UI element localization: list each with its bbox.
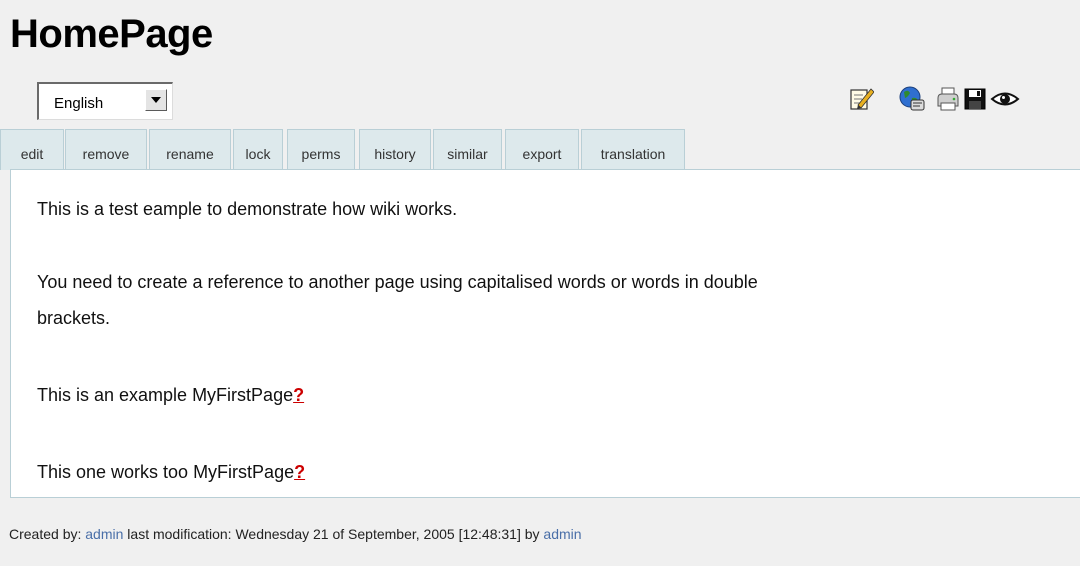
create-page-link[interactable]: ? [294, 462, 305, 482]
tab-remove[interactable]: remove [65, 129, 147, 170]
content-paragraph: You need to create a reference to anothe… [37, 272, 758, 292]
tab-translation[interactable]: translation [581, 129, 685, 170]
tab-history[interactable]: history [359, 129, 431, 170]
tab-edit[interactable]: edit [0, 129, 64, 170]
edit-icon[interactable] [848, 80, 874, 116]
page-content: This is a test eample to demonstrate how… [10, 169, 1080, 498]
last-modification-label: last modification: Wednesday 21 of Septe… [127, 526, 540, 542]
wiki-word-text: This is an example MyFirstPage [37, 385, 294, 405]
tab-rename[interactable]: rename [149, 129, 231, 170]
content-paragraph: This one works too MyFirstPage? [37, 454, 305, 490]
tab-lock[interactable]: lock [233, 129, 283, 170]
content-paragraph: brackets. [37, 308, 111, 328]
created-by-user-link[interactable]: admin [85, 526, 123, 542]
create-page-link[interactable]: ? [293, 385, 304, 405]
dropdown-arrow-icon[interactable] [145, 89, 167, 111]
modified-by-user-link[interactable]: admin [543, 526, 581, 542]
language-select-value: English [54, 95, 104, 112]
page-footer: Created by: admin last modification: Wed… [9, 525, 582, 543]
content-paragraph: This is an example MyFirstPage? [37, 377, 304, 413]
page-title: HomePage [10, 12, 213, 56]
content-paragraph: This is a test eample to demonstrate how… [37, 199, 458, 219]
save-icon[interactable] [962, 80, 988, 116]
print-icon[interactable] [935, 80, 961, 116]
wiki-page: HomePage English edit remove rename lock… [0, 0, 1080, 566]
translate-globe-icon[interactable] [898, 80, 925, 116]
tab-similar[interactable]: similar [433, 129, 502, 170]
watch-eye-icon[interactable] [990, 80, 1020, 116]
language-select[interactable]: English [37, 82, 173, 120]
tab-export[interactable]: export [505, 129, 579, 170]
wiki-word-text: This one works too MyFirstPage [37, 462, 295, 482]
tab-perms[interactable]: perms [287, 129, 355, 170]
created-by-label: Created by: [9, 526, 82, 542]
page-toolbar [844, 80, 1044, 120]
